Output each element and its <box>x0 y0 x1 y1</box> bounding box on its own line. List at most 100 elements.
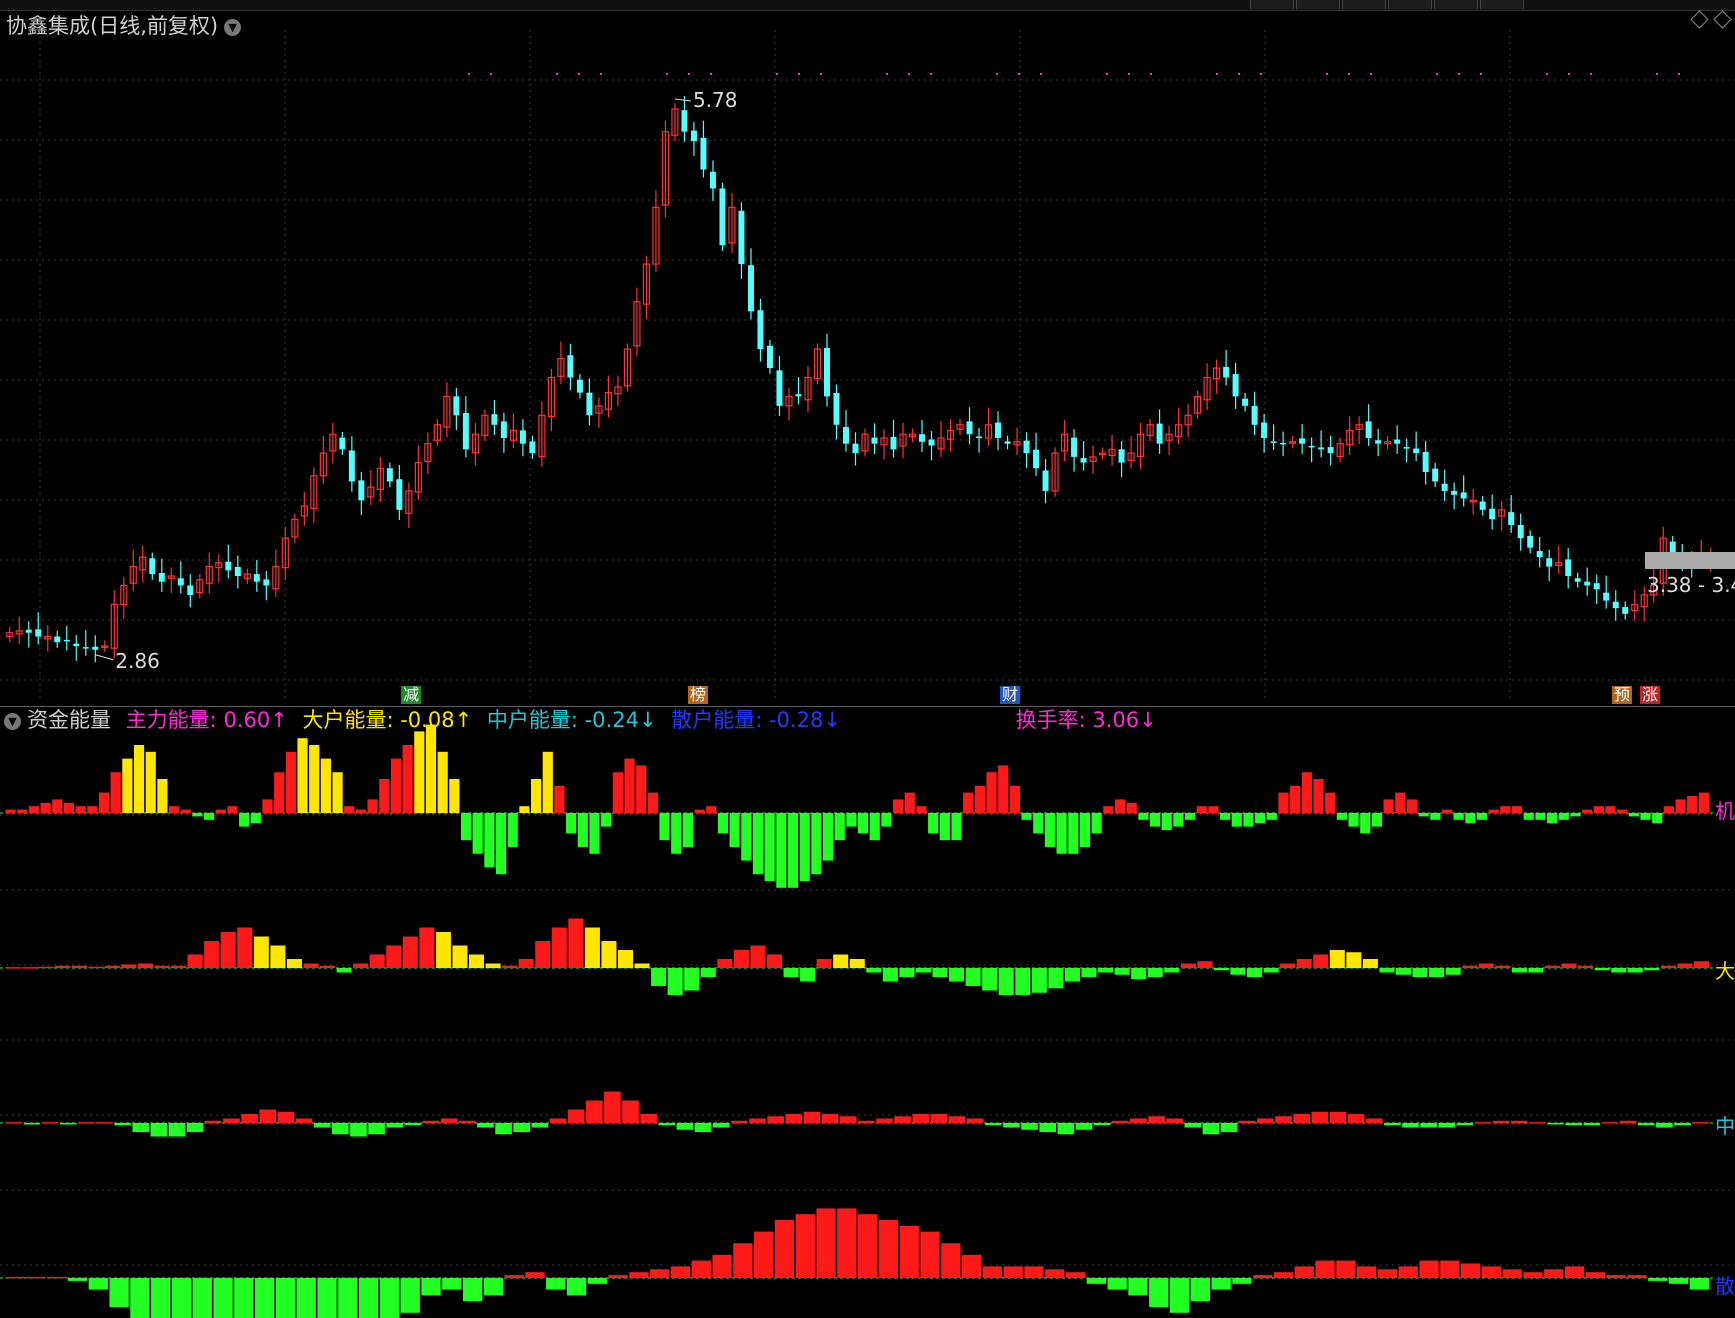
candle-body <box>1033 449 1040 469</box>
histogram-bar <box>1476 813 1488 820</box>
histogram-bar <box>495 1123 512 1135</box>
histogram-bar <box>667 968 683 995</box>
histogram-bar <box>1502 1269 1522 1278</box>
candle-body <box>586 392 593 416</box>
histogram-bar <box>1329 1111 1347 1123</box>
histogram-bar <box>568 918 584 968</box>
histogram-bar <box>468 954 485 968</box>
histogram-bar <box>1488 809 1499 813</box>
histogram-bar <box>750 945 766 968</box>
histogram-bar <box>63 802 75 813</box>
histogram-bar <box>1656 1123 1673 1128</box>
chevron-down-icon[interactable]: ▼ <box>4 712 21 730</box>
histogram-bar <box>731 1120 748 1123</box>
histogram-bar <box>749 1118 766 1123</box>
histogram-bar <box>338 1278 358 1318</box>
histogram-bar <box>1547 813 1558 824</box>
histogram-bar <box>1057 1123 1075 1135</box>
histogram-bar <box>1698 792 1709 813</box>
histogram-bar <box>171 1278 192 1318</box>
histogram-bar <box>617 950 634 968</box>
histogram-bar <box>1197 961 1213 968</box>
event-marker-reduce[interactable]: 减 <box>401 686 422 704</box>
histogram-bar <box>1169 1278 1190 1313</box>
histogram-bar <box>1015 968 1031 995</box>
histogram-bar <box>367 799 378 813</box>
histogram-bar <box>531 1123 549 1128</box>
candle-body <box>348 450 355 482</box>
histogram-bar <box>1166 1118 1183 1123</box>
histogram-bar <box>255 1278 275 1318</box>
candle-body <box>63 639 70 642</box>
histogram-bar <box>419 927 435 968</box>
histogram-bar <box>1419 1260 1439 1278</box>
histogram-bar <box>691 1260 711 1278</box>
event-marker-rise[interactable]: 涨 <box>1640 686 1661 704</box>
histogram-bar <box>1406 799 1418 813</box>
histogram-bar <box>1544 965 1561 968</box>
candle-body <box>462 413 469 450</box>
candle-body <box>234 566 241 577</box>
event-marker-list[interactable]: 榜 <box>688 686 709 704</box>
histogram-bar <box>878 1220 899 1278</box>
histogram-bar <box>733 1243 753 1278</box>
histogram-bar <box>811 813 822 875</box>
histogram-bar <box>1617 809 1628 813</box>
histogram-bar <box>1365 1118 1383 1123</box>
histogram-bar <box>422 1120 440 1123</box>
candle-body <box>1593 583 1600 590</box>
histogram-bar <box>1377 1269 1398 1278</box>
candle-body <box>396 479 403 510</box>
candle-body <box>263 579 270 586</box>
candle-body <box>1023 440 1030 454</box>
histogram-bar <box>1692 1122 1709 1124</box>
event-marker-finance[interactable]: 财 <box>1000 686 1021 704</box>
histogram-bar <box>1294 1266 1314 1278</box>
event-marker-forecast[interactable]: 预 <box>1612 686 1633 704</box>
histogram-bar <box>1644 968 1660 971</box>
histogram-bar <box>277 1111 295 1123</box>
histogram-bar <box>59 1123 77 1125</box>
histogram-bar <box>866 968 882 973</box>
histogram-bar <box>833 954 849 968</box>
candle-body <box>871 437 878 444</box>
histogram-bar <box>421 1278 441 1296</box>
histogram-bar <box>507 813 518 847</box>
histogram-bar <box>659 813 670 841</box>
histogram-bar <box>1103 806 1114 813</box>
histogram-bar <box>22 967 38 969</box>
candle-body <box>1394 439 1401 444</box>
indicator-main-force: 主力能量: 0.60↑ <box>125 708 288 732</box>
histogram-bar <box>204 813 215 820</box>
histogram-bar <box>717 813 729 834</box>
candle-body <box>919 434 926 442</box>
signal-dot <box>1018 73 1020 75</box>
histogram-bar <box>1462 965 1478 968</box>
histogram-bar <box>1441 809 1453 813</box>
histogram-bar <box>1149 813 1161 827</box>
histogram-bar <box>948 1116 966 1123</box>
histogram-bar <box>1495 965 1511 968</box>
histogram-bar <box>1301 772 1312 813</box>
histogram-bar <box>1024 1266 1044 1278</box>
candle-body <box>1441 483 1448 491</box>
histogram-bar <box>647 792 658 813</box>
candle-body <box>1232 374 1239 397</box>
candle-body <box>852 443 859 454</box>
histogram-bar <box>1429 968 1445 977</box>
histogram-bar <box>1456 1123 1474 1126</box>
histogram-bar <box>483 1278 504 1296</box>
histogram-bar <box>754 1231 774 1278</box>
histogram-bar <box>5 1122 23 1124</box>
histogram-bar <box>484 813 495 868</box>
histogram-bar <box>344 806 355 813</box>
histogram-bar <box>986 772 997 813</box>
histogram-bar <box>1098 968 1114 973</box>
signal-dot <box>996 73 998 75</box>
histogram-bar <box>1379 968 1395 973</box>
candle-body <box>1574 578 1581 582</box>
histogram-bar <box>776 813 787 888</box>
histogram-bar <box>982 1266 1003 1278</box>
histogram-bar <box>241 1114 258 1123</box>
histogram-bar <box>1231 813 1242 827</box>
